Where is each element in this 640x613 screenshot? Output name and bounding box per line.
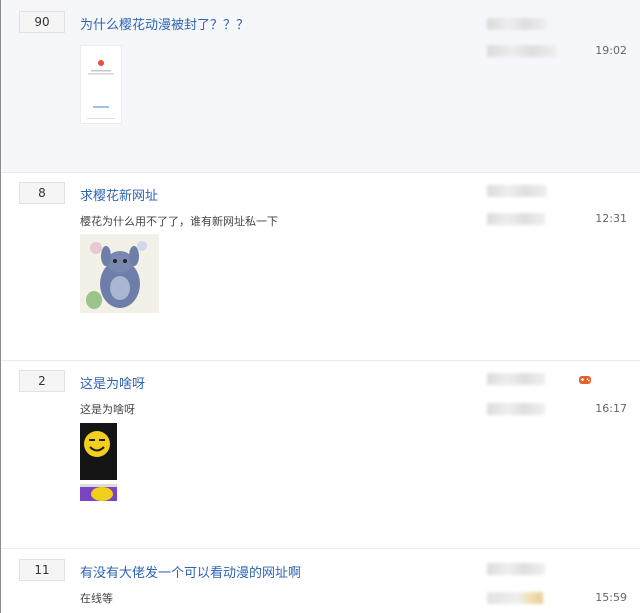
thread-abstract: 在线等 xyxy=(80,592,113,605)
thread-row-3: 2 这是为啥呀 这是为啥呀 16:17 xyxy=(1,361,640,549)
reply-time: 19:02 xyxy=(595,44,627,57)
author-name-blurred[interactable] xyxy=(487,563,545,575)
last-replier-blurred[interactable] xyxy=(487,213,545,225)
cartoon-thumbnail[interactable] xyxy=(80,234,159,313)
thread-row-1: 90 为什么樱花动漫被封了？？？ 19:02 xyxy=(1,0,640,173)
thread-title[interactable]: 有没有大佬发一个可以看动漫的网址啊 xyxy=(80,562,301,581)
thread-abstract: 樱花为什么用不了了，谁有新网址私一下 xyxy=(80,215,278,228)
thread-abstract: 这是为啥呀 xyxy=(80,403,135,416)
emoji-thumbnail-2[interactable] xyxy=(80,484,117,501)
phone-screenshot-image xyxy=(81,46,121,123)
author-name-blurred[interactable] xyxy=(487,18,547,30)
author-name-blurred[interactable] xyxy=(487,373,545,385)
screenshot-thumbnail[interactable] xyxy=(80,45,122,124)
gamepad-icon xyxy=(579,376,591,384)
reply-time: 12:31 xyxy=(595,212,627,225)
yellow-face-image xyxy=(80,423,117,480)
yellow-face-strip-image xyxy=(80,484,117,501)
reply-time: 16:17 xyxy=(595,402,627,415)
reply-count: 11 xyxy=(19,559,65,581)
emoji-thumbnail-1[interactable] xyxy=(80,423,117,480)
last-replier-blurred[interactable] xyxy=(487,403,545,415)
stitch-cartoon-image xyxy=(80,234,159,313)
author-name-blurred[interactable] xyxy=(487,185,547,197)
reply-time: 15:59 xyxy=(595,591,627,604)
thread-title[interactable]: 求樱花新网址 xyxy=(80,185,158,204)
thread-row-2: 8 求樱花新网址 樱花为什么用不了了，谁有新网址私一下 12:31 xyxy=(1,173,640,361)
last-replier-blurred[interactable] xyxy=(487,592,543,604)
reply-count: 90 xyxy=(19,11,65,33)
last-replier-blurred[interactable] xyxy=(487,45,557,57)
thread-row-4: 11 有没有大佬发一个可以看动漫的网址啊 在线等 15:59 xyxy=(1,549,640,613)
reply-count: 8 xyxy=(19,182,65,204)
thread-title[interactable]: 这是为啥呀 xyxy=(80,373,145,392)
reply-count: 2 xyxy=(19,370,65,392)
thread-title[interactable]: 为什么樱花动漫被封了？？？ xyxy=(80,14,249,33)
